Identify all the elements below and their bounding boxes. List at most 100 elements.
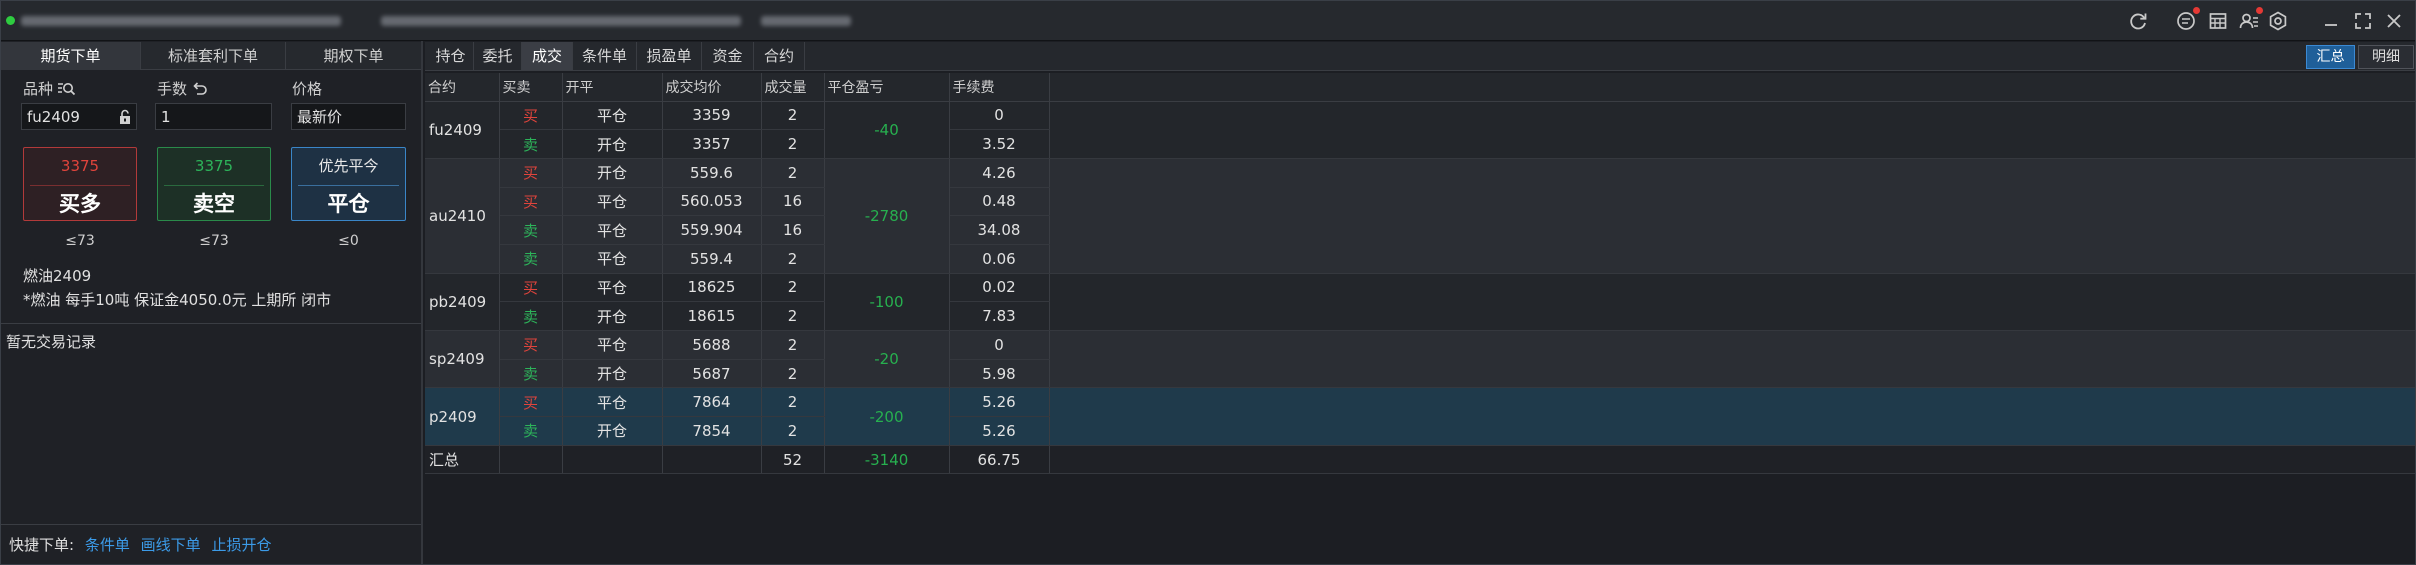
divider — [1, 323, 421, 324]
volume-cell: 2 — [761, 101, 825, 131]
tab-orders[interactable]: 委托 — [474, 42, 522, 70]
volume-cell: 16 — [761, 187, 825, 217]
trade-row[interactable]: sp2409 买平仓 5688 2 -20 0 — [425, 330, 2415, 389]
stop-loss-open-link[interactable]: 止损开仓 — [211, 536, 271, 554]
user-icon[interactable] — [2238, 7, 2263, 32]
column-header-open-close[interactable]: 开平 — [562, 73, 663, 102]
search-icon[interactable] — [57, 80, 76, 98]
draw-line-order-link[interactable]: 画线下单 — [141, 536, 201, 554]
close-limit: ≤0 — [338, 233, 359, 249]
header-filler — [1049, 73, 2415, 102]
column-header-avg-price[interactable]: 成交均价 — [662, 73, 762, 102]
contract-cell: sp2409 — [425, 330, 500, 389]
tab-spread-order[interactable]: 标准套利下单 — [141, 42, 286, 70]
refresh-icon[interactable] — [2127, 10, 2149, 32]
tab-futures-order[interactable]: 期货下单 — [1, 42, 141, 70]
volume-cell: 2 — [761, 244, 825, 274]
buy-limit: ≤73 — [65, 233, 95, 249]
fee-cell: 0 — [949, 330, 1050, 360]
close-position-label: 平仓 — [327, 192, 370, 216]
lots-input[interactable] — [155, 103, 272, 130]
price-input[interactable] — [291, 103, 406, 130]
empty-records-text: 暂无交易记录 — [6, 333, 97, 351]
trading-window: 期货下单 标准套利下单 期权下单 品种 手数 价格 3375 买多 3375 卖… — [0, 0, 2416, 565]
empty-cell — [499, 445, 563, 475]
blurred-title — [21, 16, 341, 26]
column-header-contract[interactable]: 合约 — [425, 73, 500, 102]
tab-trades[interactable]: 成交 — [522, 42, 573, 70]
total-row[interactable]: 汇总 52 -3140 66.75 — [425, 445, 2415, 475]
undo-icon[interactable] — [190, 80, 208, 98]
tab-options-order[interactable]: 期权下单 — [286, 42, 421, 70]
total-label: 汇总 — [425, 445, 500, 475]
settings-icon[interactable] — [2267, 10, 2289, 32]
side-cell: 买 — [499, 273, 563, 303]
tab-conditional-orders[interactable]: 条件单 — [573, 42, 637, 70]
pnl-cell: -20 — [824, 330, 950, 389]
buy-long-button[interactable]: 3375 买多 — [23, 147, 137, 221]
column-header-side[interactable]: 买卖 — [499, 73, 563, 102]
maximize-icon[interactable] — [2352, 10, 2374, 32]
fee-cell: 5.98 — [949, 359, 1050, 389]
pnl-cell: -2780 — [824, 158, 950, 274]
total-fee: 66.75 — [949, 445, 1050, 475]
volume-cell: 2 — [761, 416, 825, 446]
divider — [30, 185, 130, 186]
tab-funds[interactable]: 资金 — [702, 42, 754, 70]
trade-row[interactable]: pb2409 买平仓 18625 2 -100 0.02 — [425, 273, 2415, 332]
avg-price-cell: 5688 — [662, 330, 762, 360]
volume-cell: 2 — [761, 301, 825, 331]
trade-row[interactable]: au2410 买开仓 559.6 2 -2780 4.26 — [425, 158, 2415, 274]
open-close-cell: 开仓 — [562, 301, 663, 331]
blurred-title — [381, 16, 741, 26]
avg-price-cell: 559.6 — [662, 158, 762, 188]
avg-price-cell: 7854 — [662, 416, 762, 446]
volume-cell: 2 — [761, 158, 825, 188]
divider — [1, 524, 421, 525]
avg-price-cell: 5687 — [662, 359, 762, 389]
minimize-icon[interactable] — [2320, 10, 2342, 32]
sell-short-label: 卖空 — [193, 192, 235, 216]
column-header-pnl[interactable]: 平仓盈亏 — [824, 73, 950, 102]
lots-label: 手数 — [157, 80, 188, 98]
close-position-button[interactable]: 优先平今 平仓 — [291, 147, 406, 221]
side-cell: 卖 — [499, 215, 563, 245]
conditional-order-link[interactable]: 条件单 — [85, 536, 130, 554]
contract-info: *燃油 每手10吨 保证金4050.0元 上期所 闭市 — [23, 291, 332, 309]
side-cell: 买 — [499, 158, 563, 188]
tab-contracts[interactable]: 合约 — [754, 42, 805, 70]
volume-cell: 2 — [761, 387, 825, 418]
buy-long-label: 买多 — [59, 192, 101, 216]
close-icon[interactable] — [2383, 10, 2405, 32]
column-header-fee[interactable]: 手续费 — [949, 73, 1050, 102]
connection-status-dot — [6, 16, 15, 25]
contract-cell: au2410 — [425, 158, 500, 274]
summary-view-button[interactable]: 汇总 — [2306, 45, 2355, 69]
empty-cell — [562, 445, 663, 475]
tab-positions[interactable]: 持仓 — [428, 42, 474, 70]
close-mode-text: 优先平今 — [318, 157, 379, 175]
tab-stop-orders[interactable]: 损盈单 — [637, 42, 702, 70]
blurred-title — [761, 16, 851, 26]
open-close-cell: 开仓 — [562, 129, 663, 159]
title-bar[interactable] — [1, 1, 2415, 41]
contract-cell: pb2409 — [425, 273, 500, 332]
lock-icon[interactable] — [118, 109, 132, 125]
avg-price-cell: 559.4 — [662, 244, 762, 274]
message-icon[interactable] — [2175, 7, 2200, 32]
open-close-cell: 开仓 — [562, 359, 663, 389]
divider — [298, 185, 399, 186]
buy-price: 3375 — [60, 157, 100, 175]
open-close-cell: 开仓 — [562, 158, 663, 188]
side-cell: 卖 — [499, 129, 563, 159]
calendar-icon[interactable] — [2207, 10, 2229, 32]
quick-order-label: 快捷下单: — [9, 536, 75, 554]
sell-short-button[interactable]: 3375 卖空 — [157, 147, 271, 221]
column-header-volume[interactable]: 成交量 — [761, 73, 825, 102]
trade-row[interactable]: fu2409 买平仓 3359 2 -40 0 — [425, 101, 2415, 159]
fee-cell: 7.83 — [949, 301, 1050, 331]
view-toggle: 汇总 明细 — [2306, 45, 2414, 69]
avg-price-cell: 3359 — [662, 101, 762, 131]
detail-view-button[interactable]: 明细 — [2358, 45, 2414, 69]
trade-row[interactable]: p2409 买平仓 7864 2 -200 5.26 — [425, 387, 2415, 446]
